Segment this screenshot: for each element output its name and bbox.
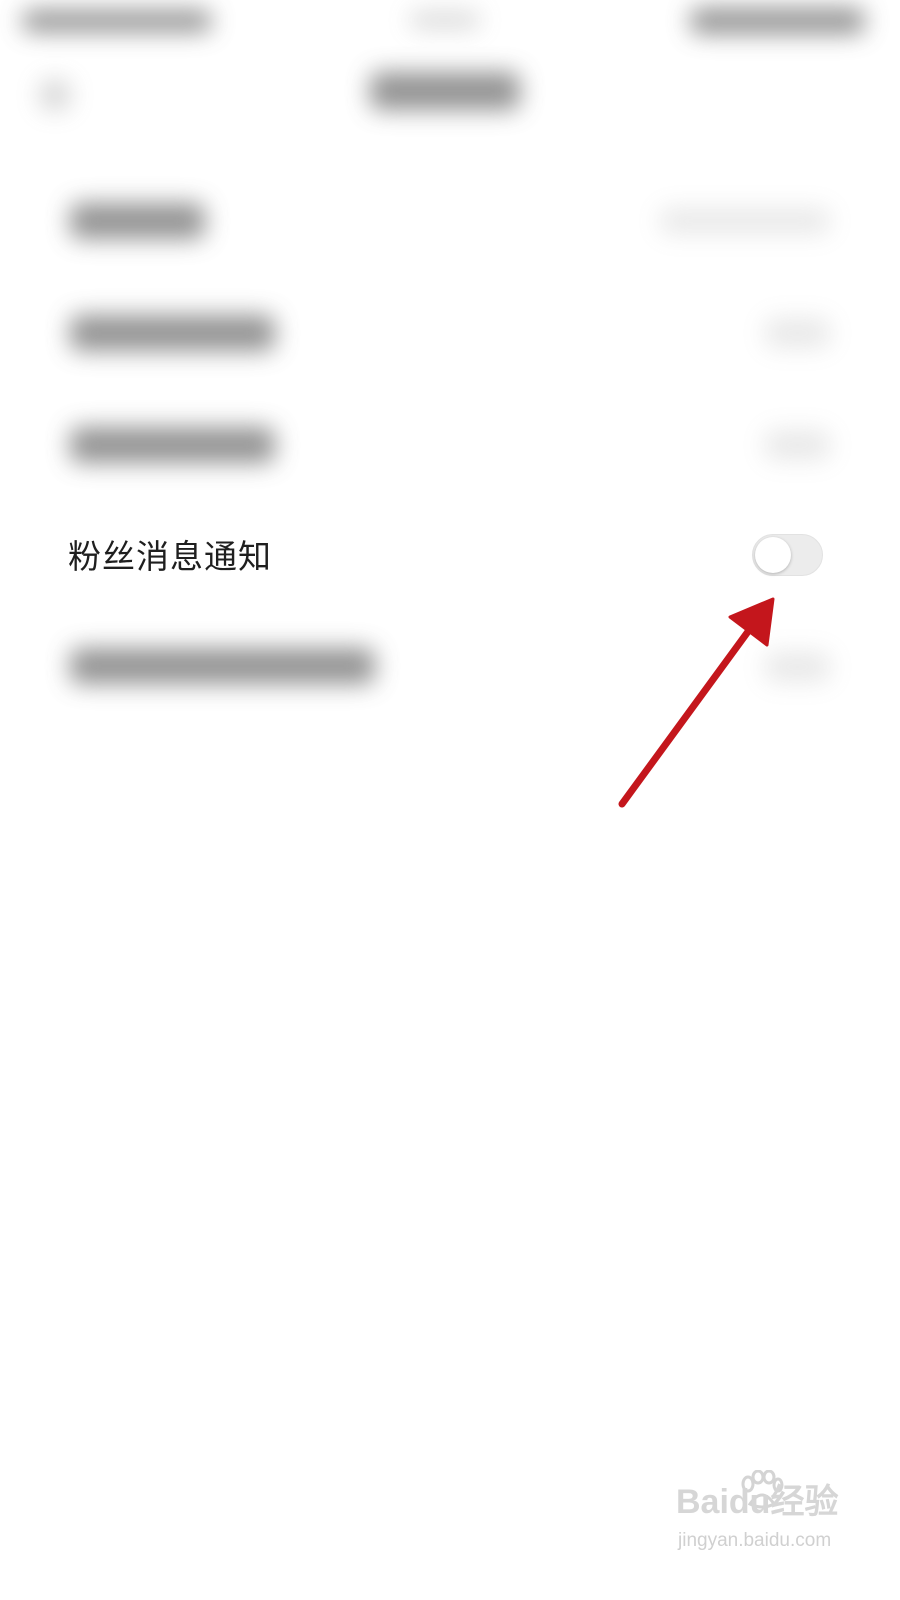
setting-item-toggle[interactable] (765, 652, 830, 682)
setting-item-value (660, 208, 830, 234)
watermark-logo-text: Baidu经验 (676, 1483, 839, 1521)
fan-notification-toggle[interactable] (752, 534, 823, 576)
setting-item-toggle[interactable] (765, 318, 830, 348)
watermark-url: jingyan.baidu.com (678, 1530, 832, 1551)
setting-item-label[interactable] (70, 648, 375, 684)
setting-row-fan-notification: 粉丝消息通知 (0, 520, 900, 594)
status-bar-center (410, 12, 480, 28)
status-bar-time (22, 10, 212, 32)
setting-item-label[interactable] (70, 315, 275, 351)
fan-notification-label: 粉丝消息通知 (68, 537, 272, 576)
back-arrow-icon[interactable] (40, 80, 70, 110)
setting-item-label[interactable] (70, 203, 205, 239)
setting-item-label[interactable] (70, 427, 275, 463)
toggle-knob (755, 537, 791, 573)
status-bar-icons (690, 8, 865, 34)
page-title (370, 72, 520, 110)
annotation-arrow-icon (618, 597, 775, 808)
setting-item-toggle[interactable] (765, 430, 830, 460)
baidu-jingyan-watermark: Baidu经验 jingyan.baidu.com (676, 1470, 846, 1560)
